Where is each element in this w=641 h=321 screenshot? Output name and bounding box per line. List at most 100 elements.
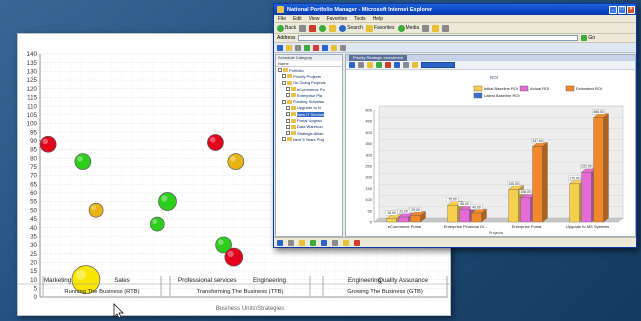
- tree-item-label: Priority Projects: [293, 73, 322, 79]
- media-icon: [397, 24, 405, 32]
- y-tick-label: 400: [365, 130, 372, 135]
- status-icon-6: [332, 239, 338, 246]
- chart-zoom-icon[interactable]: [394, 62, 400, 68]
- folder-icon: [287, 74, 292, 79]
- expand-toggle-icon[interactable]: [282, 74, 286, 79]
- chart-export-icon[interactable]: [367, 62, 373, 68]
- legend-swatch: [519, 85, 529, 92]
- menu-help[interactable]: Help: [373, 16, 383, 22]
- data-label: 170.00: [569, 176, 579, 180]
- bubble-highlight: [77, 156, 83, 162]
- bar: [459, 209, 470, 223]
- legend-label: Latest Baseline ROI: [484, 93, 520, 98]
- chart-filter-icon[interactable]: [385, 62, 391, 68]
- menu-tools[interactable]: Tools: [354, 16, 366, 22]
- y-tick-label: 65: [30, 181, 37, 188]
- menu-favorites[interactable]: Favorites: [326, 16, 347, 22]
- refresh-button[interactable]: [319, 24, 327, 32]
- y-tick-label: 140: [27, 51, 38, 58]
- app-home-icon[interactable]: [277, 44, 283, 51]
- app-settings-icon[interactable]: [322, 44, 328, 51]
- tree-item[interactable]: Next 5 Years Proj: [276, 136, 342, 142]
- menu-edit[interactable]: Edit: [293, 16, 302, 22]
- status-icon-3: [299, 239, 305, 246]
- maximize-icon[interactable]: □: [618, 5, 626, 14]
- stop-button[interactable]: [309, 24, 317, 32]
- ie-logo-icon: [277, 6, 284, 13]
- minimize-icon[interactable]: _: [609, 5, 617, 14]
- go-button[interactable]: Go: [581, 35, 595, 41]
- mouse-cursor-icon: [113, 303, 124, 317]
- history-button[interactable]: [422, 24, 430, 32]
- bubble-point: [207, 134, 224, 151]
- expand-toggle-icon[interactable]: [282, 137, 286, 142]
- app-main: Schedule Category Name Portfolio Priority…: [274, 54, 636, 237]
- data-label: 145.00: [508, 182, 518, 186]
- address-label: Address: [277, 35, 296, 41]
- group-label: Growing The Business (GTB): [347, 289, 423, 295]
- chart-view-select[interactable]: [421, 62, 455, 68]
- folder-icon: [291, 93, 296, 98]
- chart-print-icon[interactable]: [403, 62, 409, 68]
- expand-toggle-icon[interactable]: [286, 124, 290, 129]
- folder-icon: [291, 105, 296, 110]
- home-button[interactable]: [329, 24, 337, 32]
- y-tick-label: 70: [30, 173, 37, 180]
- bubble-point: [149, 216, 165, 232]
- app-print-icon[interactable]: [340, 44, 346, 51]
- forward-button[interactable]: [299, 24, 307, 32]
- y-tick-label: 0: [370, 220, 373, 225]
- expand-toggle-icon[interactable]: [286, 87, 290, 92]
- expand-toggle-icon[interactable]: [286, 93, 290, 98]
- chart-refresh-icon[interactable]: [358, 62, 364, 68]
- tree-item-label: Upgrade to N: [297, 105, 321, 111]
- app-save-icon[interactable]: [295, 44, 301, 51]
- search-button[interactable]: Search: [339, 24, 363, 32]
- expand-toggle-icon[interactable]: [286, 105, 290, 110]
- tree-item-label: Data Warehou: [297, 124, 323, 130]
- print-icon: [442, 24, 450, 32]
- chart-save-icon[interactable]: [412, 62, 418, 68]
- media-button[interactable]: Media: [397, 24, 419, 32]
- close-icon[interactable]: ×: [627, 5, 635, 14]
- chart-toolbar: [346, 61, 635, 70]
- group-label: Transforming The Business (TTB): [197, 289, 284, 295]
- menu-view[interactable]: View: [309, 16, 320, 22]
- bubble-highlight: [218, 239, 224, 245]
- browser-toolbar: Back Search Favorites Media: [274, 23, 636, 34]
- expand-toggle-icon[interactable]: [282, 99, 286, 104]
- favorites-button[interactable]: Favorites: [365, 24, 395, 32]
- menu-file[interactable]: File: [278, 16, 286, 22]
- y-tick-label: 5: [34, 286, 38, 293]
- app-refresh-icon[interactable]: [304, 44, 310, 51]
- app-delete-icon[interactable]: [313, 44, 319, 51]
- address-input[interactable]: [298, 35, 579, 41]
- bar-side: [603, 113, 609, 223]
- expand-toggle-icon[interactable]: [278, 68, 282, 73]
- back-button[interactable]: Back: [277, 24, 296, 32]
- status-icon-8: [354, 239, 360, 246]
- tab-priority-strategic-investment[interactable]: Priority Strategic Investment: [349, 55, 408, 61]
- app-folder-icon[interactable]: [286, 44, 292, 51]
- mail-button[interactable]: [432, 24, 440, 32]
- expand-toggle-icon[interactable]: [286, 112, 290, 117]
- y-tick-label: 35: [30, 233, 37, 240]
- go-arrow-icon: [581, 35, 588, 41]
- legend-label: Initial Baseline ROI: [484, 86, 518, 91]
- app-report-icon[interactable]: [331, 44, 337, 51]
- group-axis-title: Business Units\Strategies: [216, 306, 284, 312]
- chart-options-icon[interactable]: [376, 62, 382, 68]
- mail-icon: [432, 24, 440, 32]
- y-tick-label: 125: [27, 77, 38, 84]
- expand-toggle-icon[interactable]: [286, 131, 290, 136]
- bubble-highlight: [152, 219, 158, 225]
- expand-toggle-icon[interactable]: [286, 118, 290, 123]
- address-bar: Address Go: [274, 34, 636, 43]
- legend-label: Estimated ROI: [576, 86, 602, 91]
- print-button[interactable]: [442, 24, 450, 32]
- x-tick-label: eCommerce Portal: [388, 224, 421, 229]
- folder-icon: [291, 112, 296, 117]
- y-tick-label: 135: [27, 60, 38, 67]
- chart-back-icon[interactable]: [349, 62, 355, 68]
- expand-toggle-icon[interactable]: [282, 80, 286, 85]
